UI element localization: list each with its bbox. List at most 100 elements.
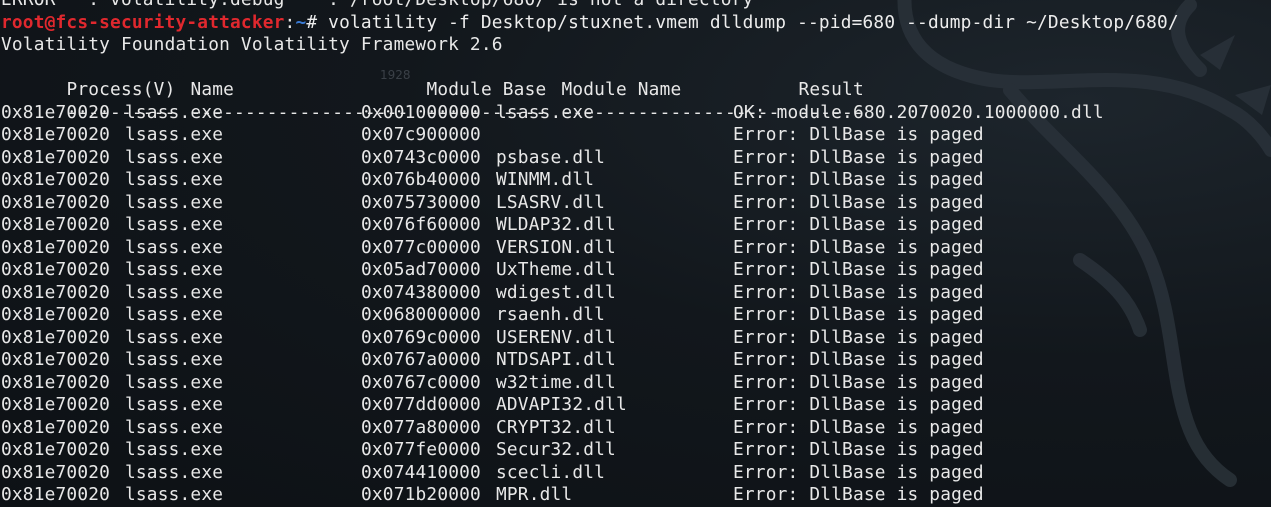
- table-row: 0x81e70020 lsass.exe 0x071b20000 MPR.dll Err…: [1, 484, 1179, 507]
- header-process: Process(V): [66, 79, 176, 100]
- cell-process: 0x81e70020: [1, 214, 111, 235]
- cell-name: lsass.exe: [125, 214, 224, 235]
- prompt-colon: :: [284, 11, 296, 33]
- cell-process: 0x81e70020: [1, 349, 111, 370]
- cell-module-base: 0x076f60000: [361, 214, 481, 235]
- cell-module-base: 0x076b40000: [361, 169, 481, 190]
- header-name: Name: [190, 79, 235, 100]
- table-row: 0x81e70020 lsass.exe 0x0767c0000 w32time.dl…: [1, 372, 1179, 395]
- cell-name: lsass.exe: [125, 169, 224, 190]
- prompt-symbol: #: [306, 11, 329, 33]
- command-line: root@fcs-security-attacker:~# volatility…: [1, 12, 1179, 35]
- cell-name: lsass.exe: [125, 281, 224, 303]
- table-row: 0x81e70020 lsass.exe 0x077a80000 CRYPT32.dl…: [1, 417, 1179, 440]
- cell-name: lsass.exe: [125, 349, 224, 370]
- cell-module-base: 0x075730000: [361, 191, 481, 213]
- cell-module-name: WLDAP32.dll: [496, 214, 616, 235]
- cell-process: 0x81e70020: [1, 281, 111, 303]
- table-row: 0x81e70020 lsass.exe 0x077dd0000 ADVAPI32.d…: [1, 394, 1179, 417]
- cell-name: lsass.exe: [125, 439, 224, 460]
- cell-module-name: VERSION.dll: [496, 236, 616, 258]
- cell-result: Error: DllBase is paged: [733, 236, 984, 258]
- cell-name: lsass.exe: [125, 484, 224, 505]
- cell-module-base: 0x05ad70000: [361, 259, 481, 280]
- cell-result: OK: module.680.2070020.1000000.dll: [733, 101, 1104, 123]
- cell-name: lsass.exe: [125, 304, 224, 325]
- cell-name: lsass.exe: [125, 191, 224, 213]
- table-row: 0x81e70020 lsass.exe 0x001000000 lsass.exe O…: [1, 102, 1179, 125]
- cell-module-base: 0x068000000: [361, 304, 481, 325]
- table-row: 0x81e70020 lsass.exe 0x075730000 LSASRV.dll…: [1, 192, 1179, 215]
- cell-process: 0x81e70020: [1, 371, 111, 393]
- cell-name: lsass.exe: [125, 146, 224, 168]
- cell-module-name: psbase.dll: [496, 146, 606, 168]
- cell-name: lsass.exe: [125, 416, 224, 438]
- header-result: Result: [798, 79, 864, 100]
- cell-name: lsass.exe: [125, 124, 224, 145]
- cell-module-name: wdigest.dll: [496, 281, 616, 303]
- cell-process: 0x81e70020: [1, 101, 111, 123]
- cell-result: Error: DllBase is paged: [733, 191, 984, 213]
- cell-module-name: UxTheme.dll: [496, 259, 616, 280]
- cell-result: Error: DllBase is paged: [733, 169, 984, 190]
- cell-process: 0x81e70020: [1, 394, 111, 415]
- cell-module-name: NTDSAPI.dll: [496, 349, 616, 370]
- cell-process: 0x81e70020: [1, 304, 111, 325]
- cell-result: Error: DllBase is paged: [733, 416, 984, 438]
- cell-process: 0x81e70020: [1, 146, 111, 168]
- cell-module-name: w32time.dll: [496, 371, 616, 393]
- cell-module-name: LSASRV.dll: [496, 191, 606, 213]
- terminal-window[interactable]: 1928 ERROR : volatility.debug : /root/De…: [0, 0, 1271, 507]
- cell-module-base: 0x074380000: [361, 281, 481, 303]
- cell-module-name: lsass.exe: [496, 101, 595, 123]
- cell-process: 0x81e70020: [1, 124, 111, 145]
- cell-result: Error: DllBase is paged: [733, 461, 984, 483]
- cell-process: 0x81e70020: [1, 484, 111, 505]
- table-row: 0x81e70020 lsass.exe 0x0743c0000 psbase.dll…: [1, 147, 1179, 170]
- prompt-path: ~: [295, 11, 307, 33]
- cell-process: 0x81e70020: [1, 236, 111, 258]
- table-row: 0x81e70020 lsass.exe 0x068000000 rsaenh.dll…: [1, 304, 1179, 327]
- cell-module-name: MPR.dll: [496, 484, 573, 505]
- table-row: 0x81e70020 lsass.exe 0x07c900000 Error: Dll…: [1, 124, 1179, 147]
- table-row: 0x81e70020 lsass.exe 0x077c00000 VERSION.dl…: [1, 237, 1179, 260]
- table-row: 0x81e70020 lsass.exe 0x0767a0000 NTDSAPI.dl…: [1, 349, 1179, 372]
- prompt-user: root@fcs-security-attacker: [1, 11, 285, 33]
- cell-module-base: 0x077a80000: [361, 416, 481, 438]
- cell-module-base: 0x0769c0000: [361, 326, 481, 348]
- cell-result: Error: DllBase is paged: [733, 326, 984, 348]
- cell-process: 0x81e70020: [1, 326, 111, 348]
- cell-process: 0x81e70020: [1, 259, 111, 280]
- cell-module-name: Secur32.dll: [496, 439, 616, 460]
- cell-module-base: 0x077c00000: [361, 236, 481, 258]
- cell-module-name: ADVAPI32.dll: [496, 394, 627, 415]
- cell-result: Error: DllBase is paged: [733, 214, 984, 235]
- table-row: 0x81e70020 lsass.exe 0x05ad70000 UxTheme.dl…: [1, 259, 1179, 282]
- cell-result: Error: DllBase is paged: [733, 281, 984, 303]
- cell-process: 0x81e70020: [1, 439, 111, 460]
- cell-module-base: 0x0767c0000: [361, 371, 481, 393]
- cell-result: Error: DllBase is paged: [733, 124, 984, 145]
- command-text: volatility -f Desktop/stuxnet.vmem dlldu…: [328, 11, 1179, 33]
- cell-module-name: scecli.dll: [496, 461, 606, 483]
- cell-result: Error: DllBase is paged: [733, 484, 984, 505]
- table-header: Process(V) Name Module Base Module Name Resu…: [1, 57, 1179, 100]
- table-row: 0x81e70020 lsass.exe 0x077fe0000 Secur32.dl…: [1, 439, 1179, 462]
- table-row: 0x81e70020 lsass.exe 0x0769c0000 USERENV.dl…: [1, 327, 1179, 350]
- table-row: 0x81e70020 lsass.exe 0x074380000 wdigest.dl…: [1, 282, 1179, 305]
- cell-result: Error: DllBase is paged: [733, 146, 984, 168]
- cell-result: Error: DllBase is paged: [733, 371, 984, 393]
- cell-result: Error: DllBase is paged: [733, 439, 984, 460]
- cell-module-name: WINMM.dll: [496, 169, 595, 190]
- cell-module-base: 0x0767a0000: [361, 349, 481, 370]
- error-line: ERROR : volatility.debug : /root/Desktop…: [1, 0, 1179, 12]
- cell-process: 0x81e70020: [1, 461, 111, 483]
- cell-module-base: 0x0743c0000: [361, 146, 481, 168]
- cell-module-base: 0x077dd0000: [361, 394, 481, 415]
- terminal-output: ERROR : volatility.debug : /root/Desktop…: [1, 0, 1179, 507]
- table-row: 0x81e70020 lsass.exe 0x076b40000 WINMM.dll E…: [1, 169, 1179, 192]
- cell-module-base: 0x07c900000: [361, 124, 481, 145]
- cell-result: Error: DllBase is paged: [733, 259, 984, 280]
- cell-process: 0x81e70020: [1, 416, 111, 438]
- header-module-base: Module Base: [426, 79, 547, 100]
